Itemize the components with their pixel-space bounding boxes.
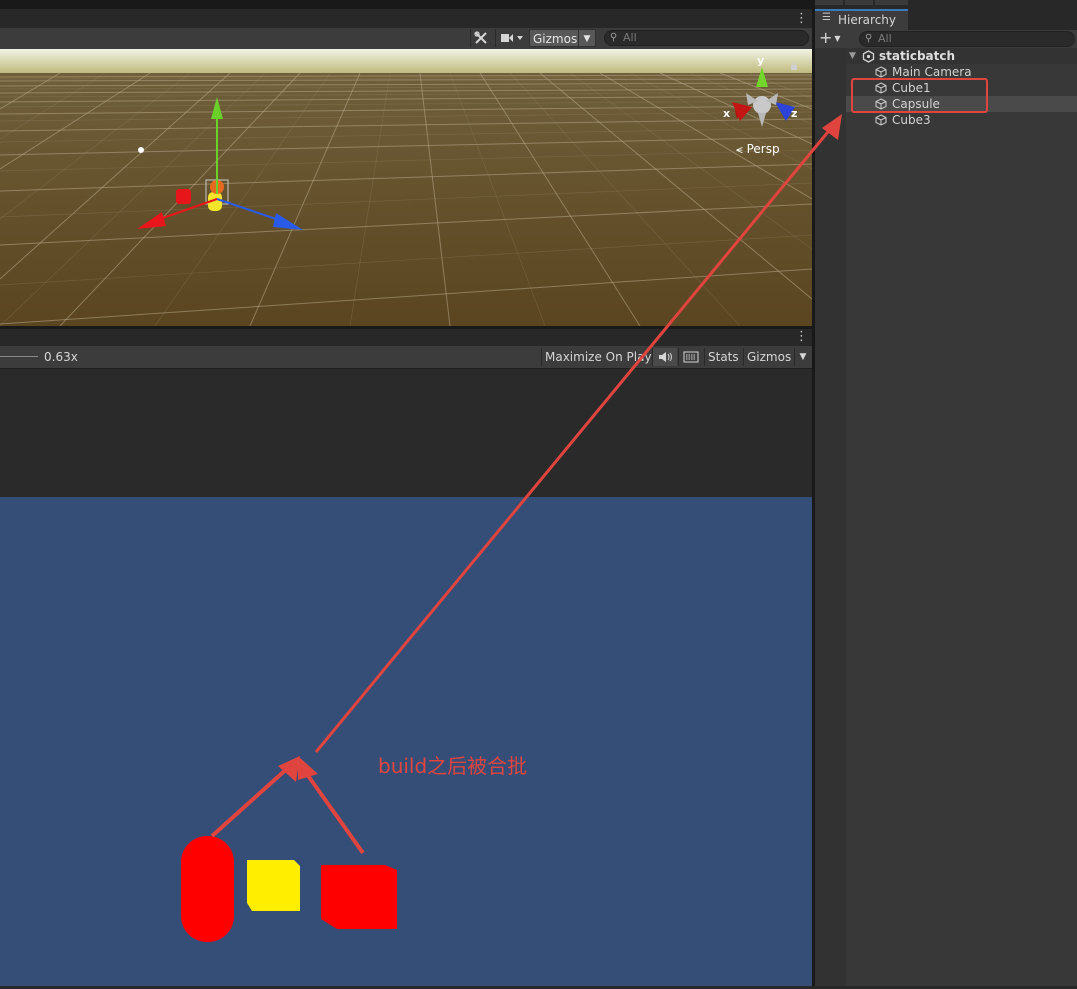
root-label: staticbatch <box>879 49 956 63</box>
mute-audio-icon[interactable] <box>652 348 677 366</box>
chevron-down-icon[interactable]: ▼ <box>794 348 811 366</box>
gameobject-cube-icon <box>875 114 887 126</box>
gizmo-x-label: x <box>723 107 731 120</box>
chevron-down-icon: ▼ <box>834 33 841 43</box>
scene-toolbar: Gizmos ▼ ⚲ All <box>0 28 812 50</box>
hierarchy-toolbar: + ▼ ⚲ All <box>815 30 1077 49</box>
scene-view[interactable]: y x z ⪪ Persp <box>0 49 812 326</box>
hierarchy-item-label: Main Camera <box>892 65 972 79</box>
red-cube-render <box>321 865 397 929</box>
keyboard-icon[interactable] <box>678 348 703 366</box>
hierarchy-item-capsule[interactable]: Capsule <box>815 96 1077 112</box>
scene-tab-bar: ⋮ <box>0 9 812 28</box>
add-button[interactable]: + ▼ <box>819 30 841 47</box>
search-placeholder: All <box>623 31 637 44</box>
persp-label[interactable]: ⪪ Persp <box>736 142 780 157</box>
game-render-graphic <box>181 836 397 942</box>
maximize-on-play-button[interactable]: Maximize On Play <box>541 348 652 366</box>
top-strip <box>0 0 812 9</box>
maximize-on-play-label: Maximize On Play <box>545 350 652 364</box>
hierarchy-search-input[interactable]: ⚲ All <box>859 31 1075 47</box>
gizmo-y-label: y <box>757 54 765 67</box>
list-icon: ☰ <box>822 12 831 23</box>
more-options-icon[interactable]: ⋮ <box>795 329 808 344</box>
gameobject-cube-icon <box>875 82 887 94</box>
tools-icon[interactable] <box>470 29 493 47</box>
annotation-text: build之后被合批 <box>378 754 528 778</box>
top-tab-stub <box>845 0 873 5</box>
scale-slider[interactable] <box>0 356 38 357</box>
gizmos-button[interactable]: Gizmos ▼ <box>529 29 596 48</box>
search-placeholder: All <box>878 32 892 45</box>
light-icon <box>138 147 144 153</box>
tab-hierarchy[interactable]: ☰ Hierarchy <box>815 9 908 30</box>
scene-search-input[interactable]: ⚲ All <box>604 30 809 46</box>
more-options-icon[interactable]: ⋮ <box>795 11 808 26</box>
hierarchy-gutter <box>815 48 846 986</box>
gameobject-cube-icon <box>875 98 887 110</box>
search-icon: ⚲ <box>865 33 873 44</box>
game-letterbox <box>0 369 812 497</box>
red-cube-object <box>176 189 191 204</box>
yellow-cube-render <box>247 860 300 911</box>
hierarchy-item-cube3[interactable]: Cube3 <box>815 112 1077 128</box>
scale-value: 0.63x <box>44 350 78 364</box>
game-gizmos-button[interactable]: Gizmos ▼ <box>743 348 811 366</box>
game-gizmos-label: Gizmos <box>747 350 792 364</box>
top-tab-stub <box>875 0 908 5</box>
hierarchy-item-main-camera[interactable]: Main Camera <box>815 64 1077 80</box>
game-toolbar: 0.63x Maximize On Play Stats Gizmos ▼ <box>0 346 812 369</box>
gameobject-cube-icon <box>875 66 887 78</box>
hierarchy-root[interactable]: ▼ staticbatch <box>815 48 1077 64</box>
hierarchy-tree: ▼ staticbatch Main Camera Cube1 Capsule … <box>815 48 1077 986</box>
game-view[interactable] <box>0 497 812 986</box>
search-icon: ⚲ <box>610 32 618 43</box>
gizmo-z-label: z <box>791 107 798 120</box>
hierarchy-tab-label: Hierarchy <box>838 13 897 27</box>
capsule-render <box>181 836 234 942</box>
top-tab-stub <box>815 0 843 5</box>
hierarchy-item-label: Capsule <box>892 97 940 111</box>
chevron-down-icon[interactable]: ▼ <box>578 30 595 48</box>
scene-viewport-graphic[interactable] <box>0 49 812 326</box>
game-tab-bar: ⋮ <box>0 329 812 346</box>
hierarchy-item-label: Cube1 <box>892 81 931 95</box>
expand-arrow-icon[interactable]: ▼ <box>849 48 856 64</box>
camera-icon[interactable] <box>495 29 528 47</box>
hierarchy-item-label: Cube3 <box>892 113 931 127</box>
stats-button[interactable]: Stats <box>704 348 739 366</box>
unity-scene-icon <box>862 50 875 63</box>
gizmos-label: Gizmos <box>533 32 578 46</box>
hierarchy-item-cube1[interactable]: Cube1 <box>815 80 1077 96</box>
